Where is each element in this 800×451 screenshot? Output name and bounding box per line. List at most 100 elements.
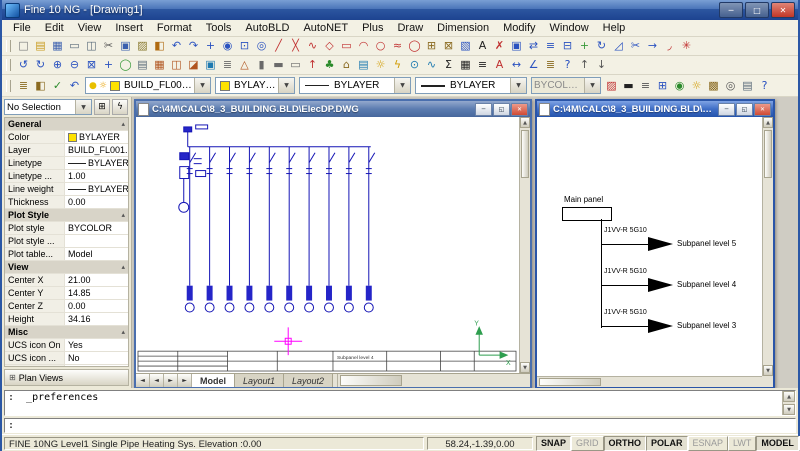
window-icon[interactable]: ▣: [202, 57, 219, 73]
property-row[interactable]: Center X 21.00 ▴: [5, 274, 128, 287]
stair-icon[interactable]: ≣: [219, 57, 236, 73]
property-row[interactable]: Plot Style ▴: [5, 209, 128, 222]
pan-icon[interactable]: +: [202, 38, 219, 54]
vertical-scrollbar[interactable]: ▲ ▼: [762, 117, 773, 376]
table-icon[interactable]: ▦: [457, 57, 474, 73]
construction-line-icon[interactable]: ╳: [287, 38, 304, 54]
linetype-combo[interactable]: BYLAYER ▼: [299, 77, 411, 94]
first-tab-icon[interactable]: ◄: [136, 374, 150, 387]
make-layer-current-icon[interactable]: ✓: [49, 78, 66, 94]
cut-icon[interactable]: ✂: [100, 38, 117, 54]
polyline-icon[interactable]: ∿: [304, 38, 321, 54]
layout-tab[interactable]: Layout1: [235, 374, 284, 387]
regen-icon[interactable]: ↻: [32, 57, 49, 73]
drawing-canvas[interactable]: Main panel J1VV-R 5G10 Subpanel level 5: [537, 117, 762, 376]
undo-icon[interactable]: ↶: [168, 38, 185, 54]
maximize-button[interactable]: □: [745, 2, 769, 18]
sheet-set-icon[interactable]: ▤: [739, 78, 756, 94]
linetype-manager-icon[interactable]: ≡: [637, 78, 654, 94]
child-title-bar[interactable]: C:\4M\CALC\8_3_BUILDING.BLD\ElecDD.dwg ─…: [537, 101, 773, 117]
open-folder-icon[interactable]: ▤: [32, 38, 49, 54]
material-icon[interactable]: ▩: [705, 78, 722, 94]
model-toggle[interactable]: MODEL: [756, 436, 799, 451]
grid-toggle[interactable]: GRID: [571, 436, 604, 451]
extend-icon[interactable]: →: [644, 38, 661, 54]
toolbar-grip[interactable]: [6, 80, 11, 92]
light-icon[interactable]: ☼: [688, 78, 705, 94]
roof-icon[interactable]: △: [236, 57, 253, 73]
layer-tools-icon[interactable]: ≣: [542, 57, 559, 73]
inquiry-icon[interactable]: ?: [559, 57, 576, 73]
camera-icon[interactable]: ◎: [722, 78, 739, 94]
text-icon[interactable]: A: [474, 38, 491, 54]
trim-icon[interactable]: ✂: [627, 38, 644, 54]
quick-select-button[interactable]: ϟ: [112, 99, 128, 115]
move-icon[interactable]: +: [576, 38, 593, 54]
opening-icon[interactable]: ◫: [168, 57, 185, 73]
layer-previous-icon[interactable]: ↶: [66, 78, 83, 94]
switch-icon[interactable]: ϟ: [389, 57, 406, 73]
lamp-icon[interactable]: ☼: [372, 57, 389, 73]
menu-item[interactable]: AutoNET: [296, 21, 355, 35]
erase-icon[interactable]: ✗: [491, 38, 508, 54]
menu-item[interactable]: Dimension: [430, 21, 496, 35]
scroll-up-icon[interactable]: ▲: [520, 117, 530, 128]
property-row[interactable]: Height 34.16 ▴: [5, 313, 128, 326]
new-file-icon[interactable]: □: [15, 38, 32, 54]
zoom-out-icon[interactable]: ⊖: [66, 57, 83, 73]
layout-tab[interactable]: Layout2: [284, 374, 333, 387]
close-button[interactable]: ✕: [771, 2, 795, 18]
collapse-icon[interactable]: ▴: [121, 118, 125, 130]
spline-icon[interactable]: ≈: [389, 38, 406, 54]
scrollbar-thumb[interactable]: [539, 378, 601, 386]
property-row[interactable]: Line weight BYLAYER ▴: [5, 183, 128, 196]
collapse-icon[interactable]: ▴: [121, 326, 125, 338]
color-control-icon[interactable]: ▨: [603, 78, 620, 94]
color-combo[interactable]: BYLAYER ▼: [215, 77, 295, 94]
zoom-in-icon[interactable]: ⊕: [49, 57, 66, 73]
dim-linear-icon[interactable]: ↔: [508, 57, 525, 73]
property-row[interactable]: Linetype ... 1.00 ▴: [5, 170, 128, 183]
menu-item[interactable]: AutoBLD: [238, 21, 296, 35]
property-row[interactable]: Thickness 0.00 ▴: [5, 196, 128, 209]
horizontal-scrollbar[interactable]: [337, 374, 530, 387]
property-row[interactable]: Plot table... Model ▴: [5, 248, 128, 261]
property-row[interactable]: UCS icon ... No ▴: [5, 352, 128, 365]
calculation-icon[interactable]: Σ: [440, 57, 457, 73]
toolbar-grip[interactable]: [6, 59, 11, 71]
prev-tab-icon[interactable]: ◄: [150, 374, 164, 387]
coordinate-readout[interactable]: 58.24,-1.39,0.00: [427, 437, 533, 450]
property-row[interactable]: General ▴: [5, 118, 128, 131]
layers-icon[interactable]: ≣: [15, 78, 32, 94]
scroll-down-icon[interactable]: ▼: [783, 404, 795, 415]
property-row[interactable]: Plot style ... ▴: [5, 235, 128, 248]
insert-block-icon[interactable]: ⊞: [423, 38, 440, 54]
mirror-icon[interactable]: ⇄: [525, 38, 542, 54]
print-preview-icon[interactable]: ◫: [83, 38, 100, 54]
menu-item[interactable]: Insert: [108, 21, 150, 35]
named-views-icon[interactable]: ▤: [134, 57, 151, 73]
zoom-previous-icon[interactable]: ◎: [253, 38, 270, 54]
wall-icon[interactable]: ▦: [151, 57, 168, 73]
horizontal-scrollbar[interactable]: [537, 376, 762, 387]
zoom-realtime-icon[interactable]: ◉: [219, 38, 236, 54]
scrollbar-thumb[interactable]: [764, 130, 772, 178]
copy-icon[interactable]: ▣: [117, 38, 134, 54]
property-row[interactable]: Linetype BYLAYER ▴: [5, 157, 128, 170]
line-icon[interactable]: ╱: [270, 38, 287, 54]
orbit-icon[interactable]: ◯: [117, 57, 134, 73]
zoom-window-icon[interactable]: ⊡: [236, 38, 253, 54]
vertical-scrollbar[interactable]: ▲ ▼: [519, 117, 530, 373]
drawing-canvas[interactable]: Subpanel level 4 Y: [136, 117, 519, 373]
rotate-icon[interactable]: ↻: [593, 38, 610, 54]
down-arrow-icon[interactable]: ↓: [593, 57, 610, 73]
scrollbar-track[interactable]: [783, 402, 795, 404]
dropdown-arrow-icon[interactable]: ▼: [510, 78, 526, 93]
furniture-icon[interactable]: ⌂: [338, 57, 355, 73]
arc-icon[interactable]: ◠: [355, 38, 372, 54]
ortho-toggle[interactable]: ORTHO: [604, 436, 647, 451]
scroll-down-icon[interactable]: ▼: [763, 365, 773, 376]
child-restore-button[interactable]: ◱: [736, 103, 753, 116]
offset-icon[interactable]: ≡: [542, 38, 559, 54]
scale-icon[interactable]: ◿: [610, 38, 627, 54]
